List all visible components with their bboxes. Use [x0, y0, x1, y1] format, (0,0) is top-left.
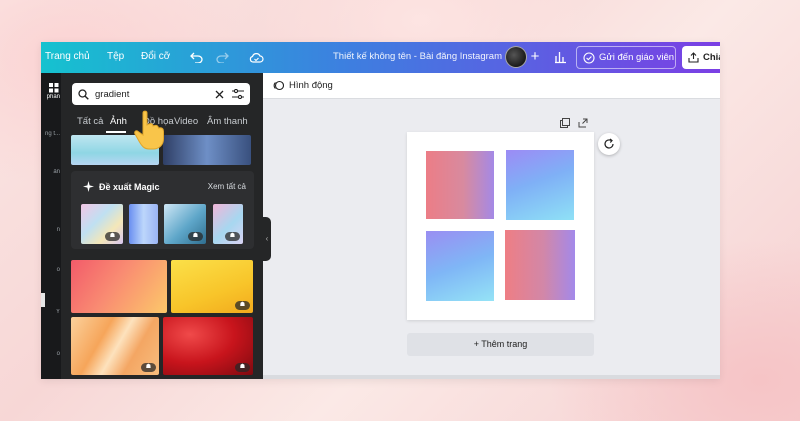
photo-result[interactable]: ☗ [71, 317, 159, 375]
animate-button[interactable]: Hình động [273, 80, 333, 91]
tab-audio[interactable]: Âm thanh [207, 116, 248, 127]
rail-active-marker [41, 293, 45, 307]
editor-toolbar: Hình động [263, 73, 720, 99]
premium-badge: ☗ [141, 363, 156, 372]
magic-suggestions: Đề xuất Magic Xem tất cả ☗ ☗ ☗ [71, 171, 254, 249]
animate-icon [273, 80, 284, 91]
magic-title-label: Đề xuất Magic [99, 181, 160, 192]
left-rail: phần ng t... ản n o Y o [41, 73, 61, 379]
photo-result[interactable] [71, 260, 167, 313]
file-menu[interactable]: Tệp [107, 51, 124, 62]
cloud-saved-icon[interactable] [247, 48, 265, 66]
add-page-button[interactable]: + Thêm trang [407, 333, 594, 356]
premium-badge: ☗ [225, 232, 240, 241]
rail-item-3[interactable]: ản [41, 169, 61, 175]
send-to-teacher-button[interactable]: Gửi đến giáo viên [576, 46, 676, 69]
redo-icon[interactable] [213, 48, 231, 66]
duplicate-page-icon[interactable] [560, 118, 570, 128]
gradient-square[interactable] [426, 151, 494, 219]
rail-item-4[interactable]: n [41, 227, 61, 233]
pointing-hand-icon [134, 110, 164, 150]
photo-result[interactable] [163, 135, 251, 165]
share-button[interactable]: Chia [682, 46, 720, 69]
share-label: Chia [703, 52, 720, 63]
animate-label: Hình động [289, 80, 333, 91]
add-page-icon[interactable] [578, 118, 588, 128]
photo-result[interactable]: ☗ [163, 317, 253, 375]
tab-underline [106, 131, 126, 133]
photos-panel: gradient Tất cả Ảnh Đồ họa Video Âm than… [61, 73, 263, 379]
sparkle-icon [83, 181, 94, 192]
search-field[interactable]: gradient [72, 83, 250, 105]
premium-badge: ☗ [235, 301, 250, 310]
tab-photos[interactable]: Ảnh [110, 116, 127, 127]
see-all-link[interactable]: Xem tất cả [208, 182, 246, 191]
add-collaborator-icon[interactable]: + [527, 49, 543, 65]
gradient-square[interactable] [505, 230, 575, 300]
refresh-icon [604, 138, 614, 149]
collapse-panel-handle[interactable]: ‹ [263, 217, 271, 261]
gradient-square[interactable] [426, 231, 494, 301]
undo-icon[interactable] [187, 48, 205, 66]
magic-title: Đề xuất Magic [83, 181, 160, 192]
send-to-teacher-label: Gửi đến giáo viên [599, 52, 675, 63]
rail-item-2[interactable]: ng t... [41, 131, 61, 137]
refresh-design-button[interactable] [598, 133, 620, 155]
rail-item-5[interactable]: o [41, 267, 61, 273]
gradient-square[interactable] [506, 150, 574, 220]
design-title[interactable]: Thiết kế không tên - Bài đăng Instagram [333, 51, 502, 62]
premium-badge: ☗ [235, 363, 250, 372]
magic-photo[interactable]: ☗ [213, 204, 243, 244]
top-bar: Trang chủ Tệp Đổi cỡ Thiết kế không tên … [41, 42, 720, 73]
premium-badge: ☗ [188, 232, 203, 241]
search-input[interactable]: gradient [95, 89, 215, 100]
canva-editor-window: Trang chủ Tệp Đổi cỡ Thiết kế không tên … [41, 42, 720, 379]
bottom-scroll-edge [263, 375, 720, 379]
design-canvas[interactable] [407, 132, 594, 320]
page-controls [560, 118, 588, 128]
rail-item-7[interactable]: o [41, 351, 61, 357]
resize-menu[interactable]: Đổi cỡ [141, 51, 170, 62]
filter-icon[interactable] [232, 89, 244, 99]
photo-result[interactable]: ☗ [171, 260, 253, 313]
tab-video[interactable]: Video [174, 116, 198, 127]
check-circle-icon [583, 51, 595, 64]
rail-item-6[interactable]: Y [41, 309, 61, 315]
magic-photo[interactable]: ☗ [81, 204, 123, 244]
home-menu[interactable]: Trang chủ [45, 51, 90, 62]
tab-all[interactable]: Tất cả [77, 116, 103, 127]
premium-badge: ☗ [105, 232, 120, 241]
clear-icon[interactable] [215, 90, 224, 99]
search-icon [78, 88, 89, 100]
upload-icon [688, 52, 699, 63]
insights-icon[interactable] [551, 47, 571, 67]
magic-photo[interactable]: ☗ [164, 204, 206, 244]
rail-item-elements[interactable]: phần [41, 94, 61, 100]
magic-photo[interactable] [129, 204, 158, 244]
avatar[interactable] [505, 46, 527, 68]
